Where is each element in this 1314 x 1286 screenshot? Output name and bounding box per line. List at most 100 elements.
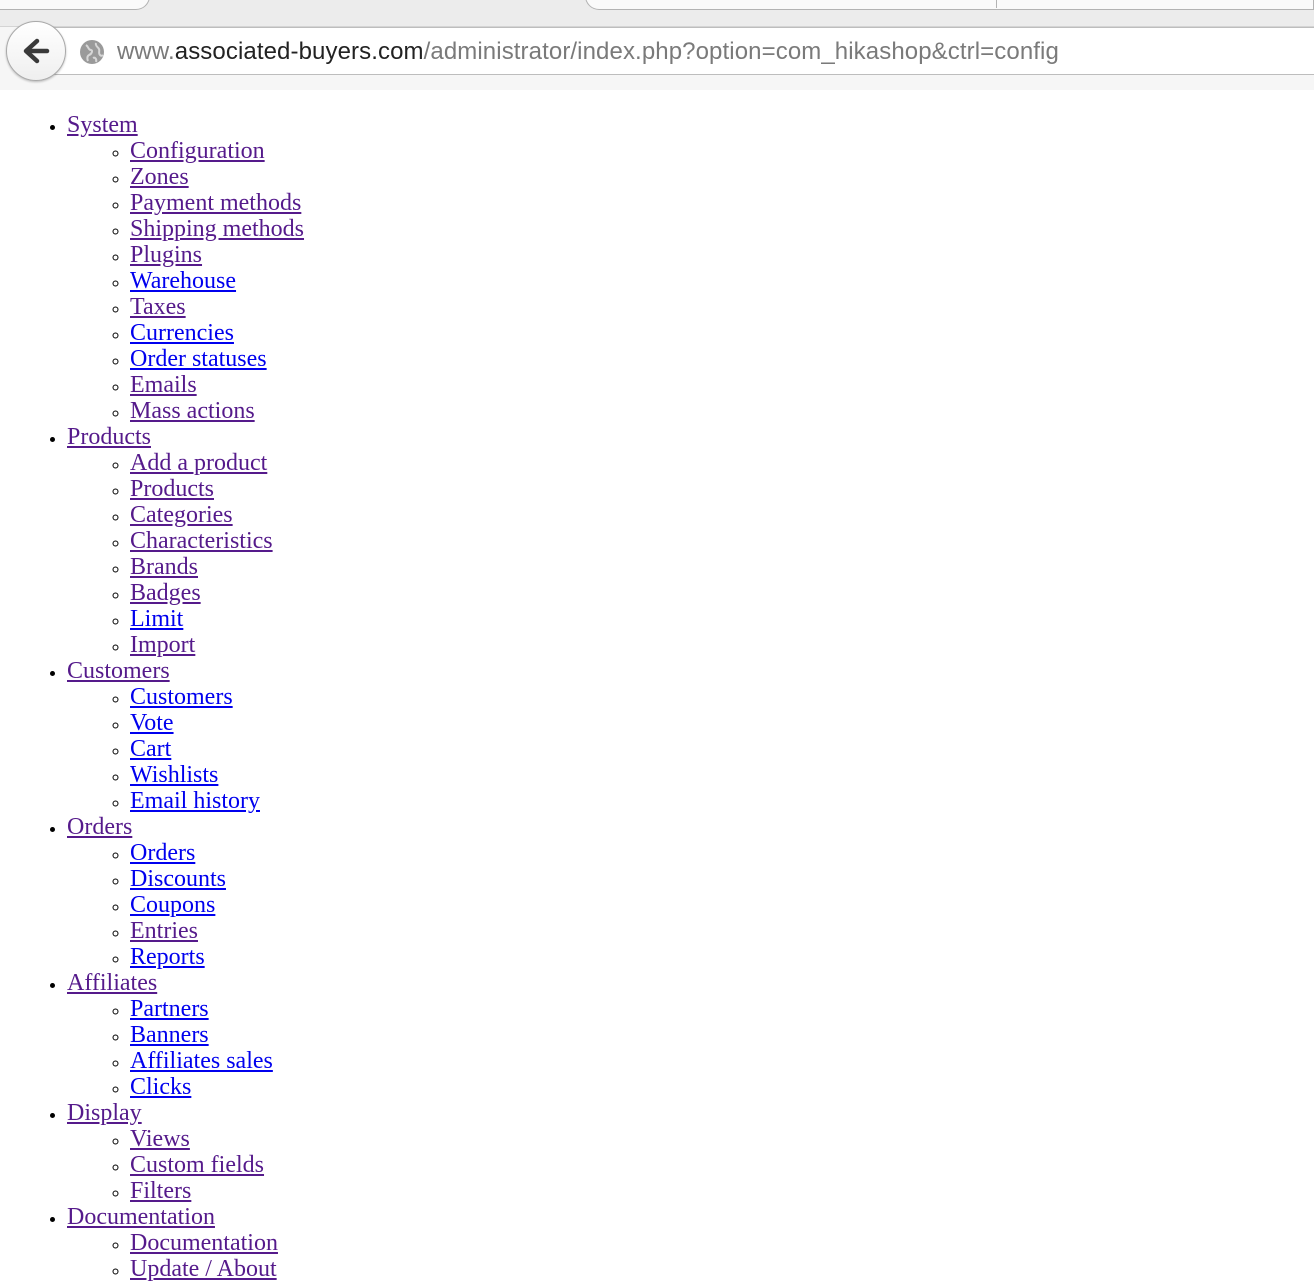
submenu-link-email-history[interactable]: Email history <box>130 788 260 814</box>
submenu-item: Brands <box>130 554 1314 580</box>
menu-link-documentation[interactable]: Documentation <box>67 1204 215 1230</box>
submenu-link-discounts[interactable]: Discounts <box>130 866 226 892</box>
menu-link-system[interactable]: System <box>67 112 138 138</box>
submenu-item: Filters <box>130 1178 1314 1204</box>
submenu-link-clicks[interactable]: Clicks <box>130 1074 191 1100</box>
submenu-system: ConfigurationZonesPayment methodsShippin… <box>67 138 1314 424</box>
menu-link-orders[interactable]: Orders <box>67 814 132 840</box>
submenu-item: Currencies <box>130 320 1314 346</box>
submenu-affiliates: PartnersBannersAffiliates salesClicks <box>67 996 1314 1100</box>
submenu-link-currencies[interactable]: Currencies <box>130 320 234 346</box>
submenu-link-documentation[interactable]: Documentation <box>130 1230 278 1256</box>
submenu-item: Characteristics <box>130 528 1314 554</box>
submenu-item: Payment methods <box>130 190 1314 216</box>
submenu-customers: CustomersVoteCartWishlistsEmail history <box>67 684 1314 814</box>
submenu-link-order-statuses[interactable]: Order statuses <box>130 346 267 372</box>
submenu-link-payment-methods[interactable]: Payment methods <box>130 190 301 216</box>
submenu-link-entries[interactable]: Entries <box>130 918 198 944</box>
submenu-link-characteristics[interactable]: Characteristics <box>130 528 273 554</box>
submenu-item: Orders <box>130 840 1314 866</box>
submenu-link-emails[interactable]: Emails <box>130 372 197 398</box>
menu-section-customers: CustomersCustomersVoteCartWishlistsEmail… <box>67 658 1314 814</box>
submenu-item: Clicks <box>130 1074 1314 1100</box>
submenu-link-wishlists[interactable]: Wishlists <box>130 762 218 788</box>
submenu-link-shipping-methods[interactable]: Shipping methods <box>130 216 304 242</box>
submenu-link-add-a-product[interactable]: Add a product <box>130 450 267 476</box>
submenu-item: Vote <box>130 710 1314 736</box>
submenu-link-filters[interactable]: Filters <box>130 1178 191 1204</box>
submenu-link-brands[interactable]: Brands <box>130 554 198 580</box>
submenu-link-badges[interactable]: Badges <box>130 580 201 606</box>
address-bar[interactable]: www.associated-buyers.com/administrator/… <box>36 27 1314 75</box>
menu-section-documentation: DocumentationDocumentationUpdate / About <box>67 1204 1314 1282</box>
menu-link-customers[interactable]: Customers <box>67 658 170 684</box>
submenu-item: Customers <box>130 684 1314 710</box>
submenu-link-reports[interactable]: Reports <box>130 944 205 970</box>
submenu-item: Limit <box>130 606 1314 632</box>
submenu-link-products[interactable]: Products <box>130 476 214 502</box>
menu-section-display: DisplayViewsCustom fieldsFilters <box>67 1100 1314 1204</box>
submenu-link-update-about[interactable]: Update / About <box>130 1256 277 1282</box>
admin-menu: SystemConfigurationZonesPayment methodsS… <box>0 112 1314 1282</box>
submenu-item: Mass actions <box>130 398 1314 424</box>
menu-section-affiliates: AffiliatesPartnersBannersAffiliates sale… <box>67 970 1314 1100</box>
submenu-link-categories[interactable]: Categories <box>130 502 233 528</box>
submenu-item: Cart <box>130 736 1314 762</box>
browser-toolbar: www.associated-buyers.com/administrator/… <box>0 21 1314 90</box>
submenu-link-limit[interactable]: Limit <box>130 606 183 632</box>
submenu-item: Import <box>130 632 1314 658</box>
submenu-link-custom-fields[interactable]: Custom fields <box>130 1152 264 1178</box>
submenu-link-affiliates-sales[interactable]: Affiliates sales <box>130 1048 273 1074</box>
submenu-item: Add a product <box>130 450 1314 476</box>
submenu-item: Zones <box>130 164 1314 190</box>
menu-link-products[interactable]: Products <box>67 424 151 450</box>
submenu-link-banners[interactable]: Banners <box>130 1022 209 1048</box>
submenu-link-configuration[interactable]: Configuration <box>130 138 265 164</box>
submenu-item: Update / About <box>130 1256 1314 1282</box>
submenu-item: Coupons <box>130 892 1314 918</box>
menu-link-affiliates[interactable]: Affiliates <box>67 970 157 996</box>
tab-divider <box>996 0 997 8</box>
submenu-item: Affiliates sales <box>130 1048 1314 1074</box>
back-button[interactable] <box>6 21 66 81</box>
submenu-item: Badges <box>130 580 1314 606</box>
back-arrow-icon <box>23 38 50 64</box>
submenu-item: Entries <box>130 918 1314 944</box>
submenu-link-plugins[interactable]: Plugins <box>130 242 202 268</box>
globe-icon <box>80 40 104 64</box>
url-host-prefix: www. <box>117 38 175 65</box>
submenu-link-import[interactable]: Import <box>130 632 195 658</box>
submenu-documentation: DocumentationUpdate / About <box>67 1230 1314 1282</box>
url-host: associated-buyers.com <box>174 38 424 65</box>
submenu-item: Configuration <box>130 138 1314 164</box>
submenu-display: ViewsCustom fieldsFilters <box>67 1126 1314 1204</box>
submenu-link-cart[interactable]: Cart <box>130 736 171 762</box>
submenu-link-views[interactable]: Views <box>130 1126 190 1152</box>
submenu-item: Plugins <box>130 242 1314 268</box>
submenu-link-orders[interactable]: Orders <box>130 840 195 866</box>
submenu-item: Documentation <box>130 1230 1314 1256</box>
submenu-item: Discounts <box>130 866 1314 892</box>
submenu-link-partners[interactable]: Partners <box>130 996 209 1022</box>
browser-tab[interactable] <box>0 0 150 10</box>
browser-tab-active[interactable] <box>585 0 1314 10</box>
menu-link-display[interactable]: Display <box>67 1100 142 1126</box>
submenu-link-taxes[interactable]: Taxes <box>130 294 186 320</box>
page-content: SystemConfigurationZonesPayment methodsS… <box>0 90 1314 1282</box>
submenu-link-warehouse[interactable]: Warehouse <box>130 268 236 294</box>
url-text[interactable]: www.associated-buyers.com/administrator/… <box>117 38 1059 66</box>
submenu-item: Categories <box>130 502 1314 528</box>
submenu-item: Order statuses <box>130 346 1314 372</box>
submenu-link-vote[interactable]: Vote <box>130 710 174 736</box>
submenu-item: Partners <box>130 996 1314 1022</box>
submenu-item: Email history <box>130 788 1314 814</box>
submenu-link-customers[interactable]: Customers <box>130 684 233 710</box>
submenu-link-coupons[interactable]: Coupons <box>130 892 215 918</box>
browser-chrome: www.associated-buyers.com/administrator/… <box>0 0 1314 90</box>
submenu-item: Emails <box>130 372 1314 398</box>
submenu-item: Views <box>130 1126 1314 1152</box>
submenu-link-mass-actions[interactable]: Mass actions <box>130 398 255 424</box>
submenu-link-zones[interactable]: Zones <box>130 164 189 190</box>
submenu-orders: OrdersDiscountsCouponsEntriesReports <box>67 840 1314 970</box>
submenu-item: Custom fields <box>130 1152 1314 1178</box>
